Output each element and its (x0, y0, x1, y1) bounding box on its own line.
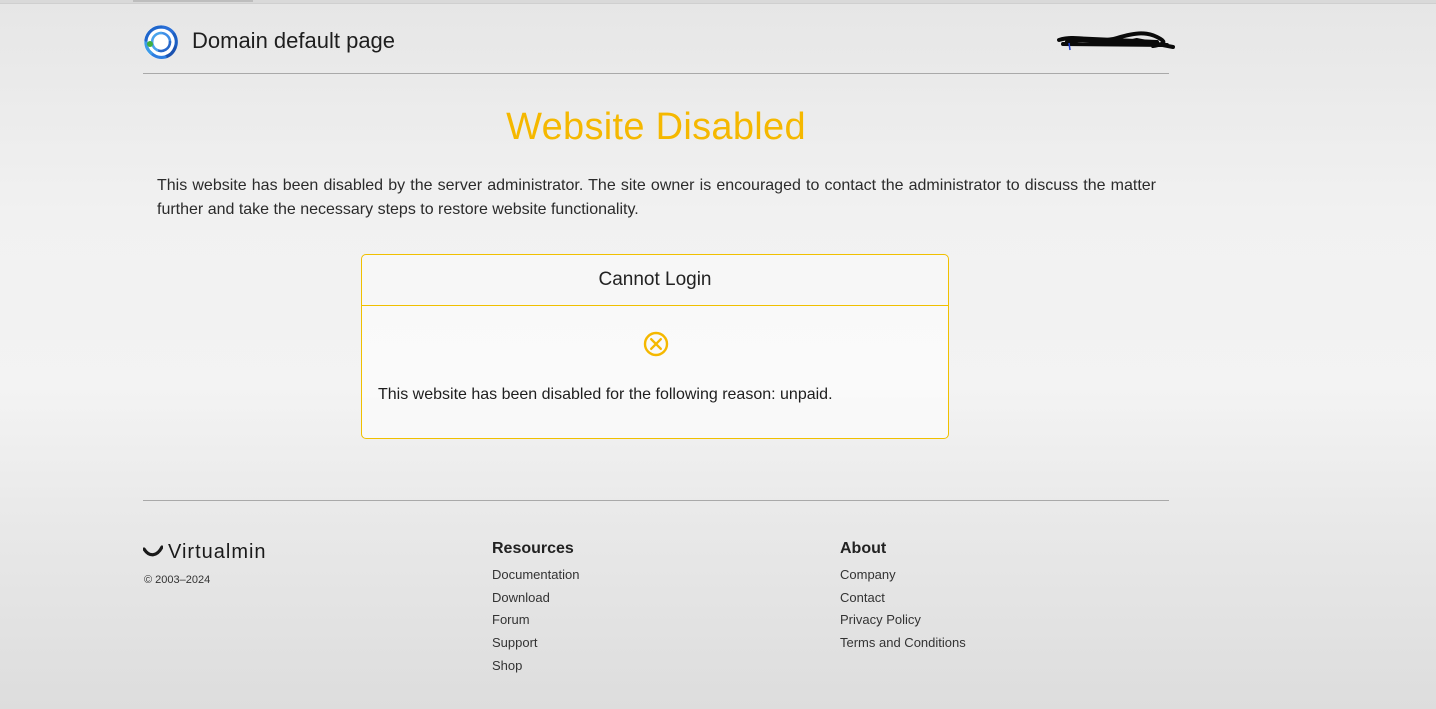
about-links: Company Contact Privacy Policy Terms and… (840, 564, 966, 655)
resources-heading: Resources (492, 540, 574, 557)
page-header: Domain default page (143, 22, 1175, 74)
cannot-login-card: Cannot Login This website has been disab… (361, 254, 949, 439)
virtualmin-logo-icon (144, 25, 178, 59)
browser-tab-indicator (133, 0, 253, 2)
brand-name: Virtualmin (168, 540, 267, 563)
circle-x-icon (643, 331, 669, 357)
footer-link-contact[interactable]: Contact (840, 587, 966, 610)
disabled-reason-text: This website has been disabled for the f… (378, 386, 833, 403)
card-title: Cannot Login (362, 255, 948, 306)
footer-about-column: About Company Contact Privacy Policy Ter… (840, 540, 966, 655)
footer-link-terms[interactable]: Terms and Conditions (840, 632, 966, 655)
intro-paragraph: This website has been disabled by the se… (157, 177, 1156, 218)
footer-link-shop[interactable]: Shop (492, 655, 579, 678)
footer-link-download[interactable]: Download (492, 587, 579, 610)
footer-link-documentation[interactable]: Documentation (492, 564, 579, 587)
website-disabled-heading: Website Disabled (506, 106, 806, 148)
footer-brand[interactable]: Virtualmin (143, 540, 267, 564)
footer-resources-column: Resources Documentation Download Forum S… (492, 540, 579, 678)
footer-link-company[interactable]: Company (840, 564, 966, 587)
redacted-scribble (1057, 31, 1175, 51)
virtualmin-chevron-icon (143, 545, 163, 557)
about-heading: About (840, 540, 887, 557)
copyright-text: © 2003–2024 (144, 574, 211, 586)
footer-divider (143, 500, 1169, 501)
footer-link-privacy-policy[interactable]: Privacy Policy (840, 609, 966, 632)
footer-link-forum[interactable]: Forum (492, 609, 579, 632)
resources-links: Documentation Download Forum Support Sho… (492, 564, 579, 678)
footer-link-support[interactable]: Support (492, 632, 579, 655)
page-title: Domain default page (192, 28, 396, 53)
